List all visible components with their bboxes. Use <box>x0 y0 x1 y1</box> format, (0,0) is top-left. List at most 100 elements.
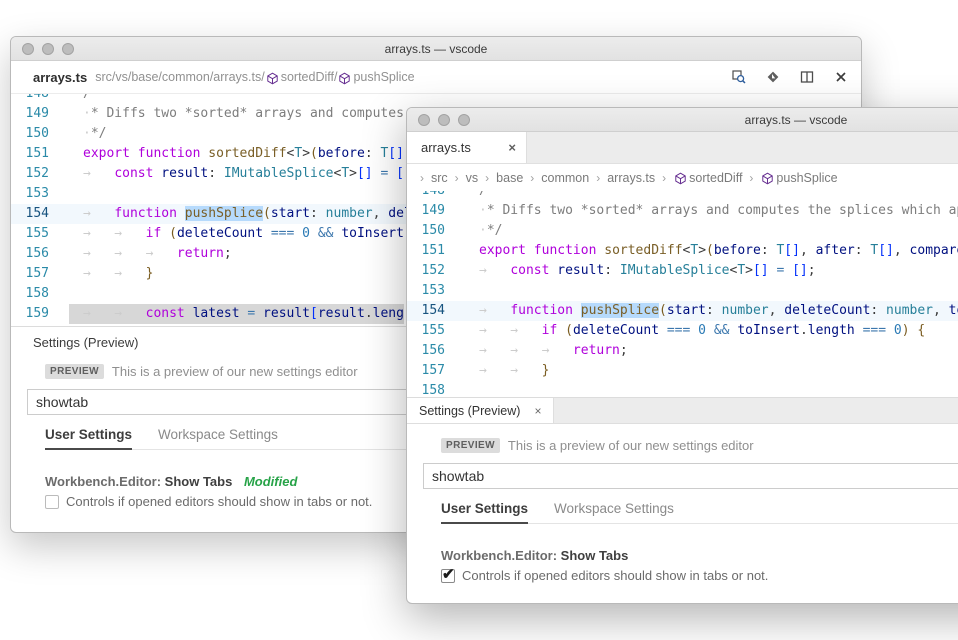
close-window-button[interactable] <box>22 43 34 55</box>
editor-title-header: arrays.ts src/vs/base/common/arrays.ts/s… <box>11 61 861 94</box>
code-line-157[interactable]: 157→ → } <box>407 361 958 381</box>
breadcrumb-item-arrays.ts[interactable]: arrays.ts <box>607 171 655 185</box>
open-changes-icon[interactable] <box>765 69 781 85</box>
breadcrumb-separator: › <box>455 171 459 185</box>
tab-label: Settings (Preview) <box>419 404 520 418</box>
setting-name: Show Tabs <box>561 548 629 563</box>
line-number: 153 <box>407 281 465 301</box>
tab-label: arrays.ts <box>421 140 508 155</box>
close-tab-icon[interactable]: × <box>534 404 541 418</box>
file-path-breadcrumb[interactable]: src/vs/base/common/arrays.ts/sortedDiff/… <box>95 70 414 84</box>
line-number: 158 <box>11 284 69 304</box>
preview-badge: PREVIEW <box>45 364 104 379</box>
breadcrumb-item-vs[interactable]: vs <box>466 171 479 185</box>
line-number: 156 <box>11 244 69 264</box>
path-segment[interactable]: sortedDiff/ <box>281 70 338 84</box>
breadcrumb-separator: › <box>662 171 666 185</box>
tab-settings-preview[interactable]: Settings (Preview) × <box>407 398 554 423</box>
tab-user-settings[interactable]: User Settings <box>45 427 132 450</box>
setting-category: Workbench.Editor: <box>45 474 161 489</box>
show-tabs-checkbox[interactable] <box>441 569 455 583</box>
editor-tab-bar: arrays.ts × <box>407 132 958 164</box>
close-editor-icon[interactable] <box>833 69 849 85</box>
line-number: 157 <box>407 361 465 381</box>
tab-workspace-settings[interactable]: Workspace Settings <box>554 501 674 523</box>
line-number: 148 <box>11 94 69 104</box>
desktop: arrays.ts — vscode arrays.ts src/vs/base… <box>0 0 958 640</box>
code-line-149[interactable]: 149·* Diffs two *sorted* arrays and comp… <box>407 201 958 221</box>
line-number: 157 <box>11 264 69 284</box>
breadcrumb-item-src[interactable]: src <box>431 171 448 185</box>
code-line-154[interactable]: 154→ function pushSplice(start: number, … <box>407 301 958 321</box>
breadcrumb-separator: › <box>420 171 424 185</box>
breadcrumb-item-pushSplice[interactable]: pushSplice <box>776 171 837 185</box>
code-line-148[interactable]: 148/** <box>407 191 958 201</box>
zoom-window-button[interactable] <box>62 43 74 55</box>
tab-user-settings[interactable]: User Settings <box>441 501 528 524</box>
code-editor[interactable]: 148/**149·* Diffs two *sorted* arrays an… <box>407 191 958 397</box>
code-line-151[interactable]: 151export function sortedDiff<T>(before:… <box>407 241 958 261</box>
breadcrumb-separator: › <box>596 171 600 185</box>
line-number: 155 <box>407 321 465 341</box>
vscode-window-tabs-shown: arrays.ts — vscode arrays.ts × › src › vs › b… <box>406 107 958 604</box>
line-number: 152 <box>407 261 465 281</box>
line-number: 159 <box>11 304 69 324</box>
zoom-window-button[interactable] <box>458 114 470 126</box>
setting-description: Controls if opened editors should show i… <box>462 568 768 583</box>
search-editor-icon[interactable] <box>731 69 747 85</box>
breadcrumbs: › src › vs › base › common › arrays.ts › sortedDiff… <box>407 164 958 191</box>
file-name-label: arrays.ts <box>33 70 87 85</box>
symbol-cube-icon <box>761 172 774 185</box>
code-line-150[interactable]: 150·*/ <box>407 221 958 241</box>
code-line-148[interactable]: 148/** <box>11 94 861 104</box>
window-title: arrays.ts — vscode <box>11 42 861 56</box>
path-segment[interactable]: pushSplice <box>353 70 414 84</box>
symbol-cube-icon <box>266 72 279 85</box>
line-number: 155 <box>11 224 69 244</box>
breadcrumb-separator: › <box>530 171 534 185</box>
preview-description: This is a preview of our new settings ed… <box>508 438 754 453</box>
preview-badge: PREVIEW <box>441 438 500 453</box>
line-number: 156 <box>407 341 465 361</box>
tab-arrays-ts[interactable]: arrays.ts × <box>407 132 527 163</box>
tab-workspace-settings[interactable]: Workspace Settings <box>158 427 278 449</box>
code-line-152[interactable]: 152→ const result: IMutableSplice<T>[] =… <box>407 261 958 281</box>
settings-scope-tabs: User Settings Workspace Settings <box>441 501 958 524</box>
close-tab-icon[interactable]: × <box>508 140 516 155</box>
code-line-158[interactable]: 158 <box>407 381 958 397</box>
line-number: 152 <box>11 164 69 184</box>
breadcrumb-item-base[interactable]: base <box>496 171 523 185</box>
path-segment[interactable]: src/vs/base/common/arrays.ts/ <box>95 70 265 84</box>
line-number: 151 <box>407 241 465 261</box>
settings-search-input[interactable] <box>423 463 958 489</box>
line-number: 158 <box>407 381 465 397</box>
titlebar[interactable]: arrays.ts — vscode <box>11 37 861 61</box>
minimize-window-button[interactable] <box>438 114 450 126</box>
line-number: 153 <box>11 184 69 204</box>
show-tabs-checkbox[interactable] <box>45 495 59 509</box>
traffic-lights <box>22 37 74 60</box>
settings-tab-bar: Settings (Preview) × <box>407 398 958 424</box>
window-title: arrays.ts — vscode <box>407 113 958 127</box>
code-line-153[interactable]: 153 <box>407 281 958 301</box>
breadcrumb-item-sortedDiff[interactable]: sortedDiff <box>689 171 742 185</box>
breadcrumb-separator: › <box>485 171 489 185</box>
code-line-156[interactable]: 156→ → → return; <box>407 341 958 361</box>
line-number: 149 <box>11 104 69 124</box>
breadcrumb-separator: › <box>749 171 753 185</box>
modified-indicator: Modified <box>244 474 297 489</box>
split-editor-icon[interactable] <box>799 69 815 85</box>
settings-preview-panel: Settings (Preview) × PREVIEW This is a p… <box>407 397 958 583</box>
titlebar[interactable]: arrays.ts — vscode <box>407 108 958 132</box>
close-window-button[interactable] <box>418 114 430 126</box>
setting-description: Controls if opened editors should show i… <box>66 494 372 509</box>
line-number: 149 <box>407 201 465 221</box>
code-line-155[interactable]: 155→ → if (deleteCount === 0 && toInsert… <box>407 321 958 341</box>
symbol-cube-icon <box>674 172 687 185</box>
line-number: 154 <box>11 204 69 224</box>
line-number: 148 <box>407 191 465 201</box>
breadcrumb-item-common[interactable]: common <box>541 171 589 185</box>
line-number: 150 <box>11 124 69 144</box>
symbol-cube-icon <box>338 72 351 85</box>
minimize-window-button[interactable] <box>42 43 54 55</box>
